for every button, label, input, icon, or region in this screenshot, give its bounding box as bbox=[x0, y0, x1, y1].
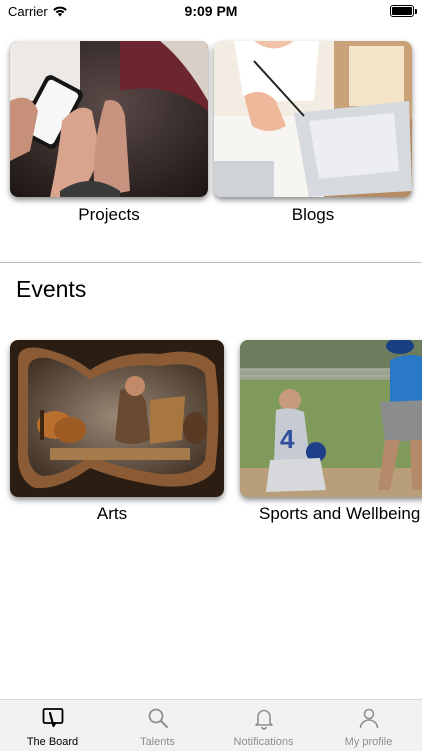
sports-label: Sports and Wellbeing bbox=[259, 504, 421, 523]
projects-card[interactable] bbox=[10, 41, 208, 197]
tab-bar: The Board Talents Notifications My profi… bbox=[0, 699, 422, 751]
board-icon bbox=[41, 706, 65, 735]
tab-talents[interactable]: Talents bbox=[105, 700, 210, 751]
tab-notifications[interactable]: Notifications bbox=[211, 700, 316, 751]
sports-image: 4 bbox=[240, 340, 422, 497]
bell-icon bbox=[252, 706, 276, 735]
search-icon bbox=[146, 706, 170, 735]
battery-icon bbox=[390, 5, 417, 17]
svg-text:4: 4 bbox=[280, 424, 295, 454]
arts-card[interactable] bbox=[10, 340, 224, 497]
blogs-card[interactable] bbox=[214, 41, 412, 197]
section-divider bbox=[0, 262, 422, 263]
projects-label: Projects bbox=[78, 205, 140, 224]
blogs-label: Blogs bbox=[291, 205, 335, 224]
projects-image bbox=[10, 41, 208, 197]
tab-my-profile[interactable]: My profile bbox=[316, 700, 421, 751]
sports-card[interactable]: 4 bbox=[240, 340, 422, 497]
status-time: 9:09 PM bbox=[184, 3, 238, 19]
tab-label: My profile bbox=[344, 736, 393, 748]
events-title: Events bbox=[16, 276, 87, 302]
status-bar: Carrier 9:09 PM bbox=[0, 0, 422, 24]
tab-the-board[interactable]: The Board bbox=[0, 700, 105, 751]
tab-label: Talents bbox=[140, 736, 175, 748]
blogs-image bbox=[214, 41, 412, 197]
profile-icon bbox=[357, 706, 381, 735]
tab-label: The Board bbox=[26, 736, 79, 748]
tab-label: Notifications bbox=[233, 736, 294, 748]
arts-image bbox=[10, 340, 224, 497]
arts-label: Arts bbox=[96, 504, 128, 523]
